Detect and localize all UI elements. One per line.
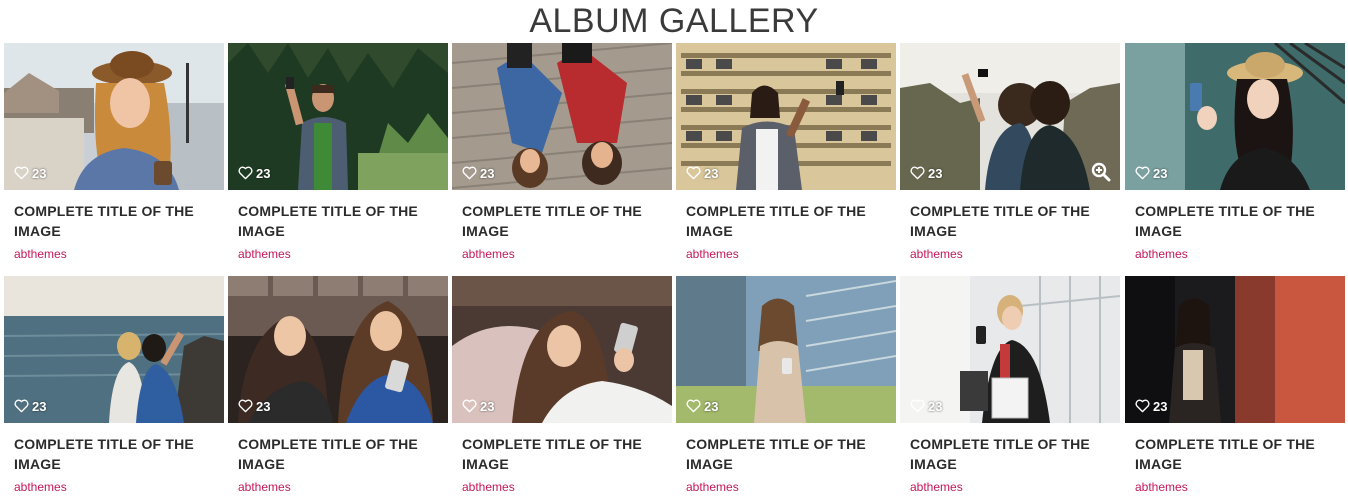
likes-count: 23: [704, 398, 719, 414]
gallery-thumbnail[interactable]: 23: [676, 43, 896, 190]
gallery-thumbnail[interactable]: 23: [900, 43, 1120, 190]
gallery-card: 23 COMPLETE TITLE OF THE IMAGE abthemes: [900, 43, 1120, 265]
heart-icon: [462, 166, 477, 180]
gallery-thumbnail[interactable]: 23: [676, 276, 896, 423]
heart-icon: [686, 399, 701, 413]
gallery-row: 23 COMPLETE TITLE OF THE IMAGE abthemes: [4, 43, 1345, 265]
card-author-link[interactable]: abthemes: [14, 479, 67, 495]
likes-counter[interactable]: 23: [238, 398, 270, 414]
card-author-link[interactable]: abthemes: [238, 479, 291, 495]
card-author-link[interactable]: abthemes: [910, 246, 963, 262]
heart-icon: [1135, 166, 1150, 180]
gallery-card: 23 COMPLETE TITLE OF THE IMAGE abthemes: [4, 43, 224, 265]
likes-counter[interactable]: 23: [462, 165, 494, 181]
likes-counter[interactable]: 23: [14, 165, 46, 181]
likes-count: 23: [1153, 398, 1168, 414]
card-author-link[interactable]: abthemes: [1135, 479, 1188, 495]
likes-count: 23: [256, 165, 271, 181]
heart-icon: [910, 166, 925, 180]
likes-counter[interactable]: 23: [686, 165, 718, 181]
card-author-link[interactable]: abthemes: [14, 246, 67, 262]
gallery-row: 23 COMPLETE TITLE OF THE IMAGE abthemes: [4, 276, 1345, 498]
card-author-link[interactable]: abthemes: [686, 479, 739, 495]
card-title[interactable]: COMPLETE TITLE OF THE IMAGE: [686, 201, 891, 241]
card-title[interactable]: COMPLETE TITLE OF THE IMAGE: [14, 434, 219, 474]
page-title: ALBUM GALLERY: [529, 2, 819, 40]
zoom-in-icon[interactable]: [1091, 162, 1111, 182]
card-title[interactable]: COMPLETE TITLE OF THE IMAGE: [910, 434, 1115, 474]
gallery-card: 23 COMPLETE TITLE OF THE IMAGE abthemes: [900, 276, 1120, 498]
card-title[interactable]: COMPLETE TITLE OF THE IMAGE: [686, 434, 891, 474]
heart-icon: [238, 166, 253, 180]
gallery-card: 23 COMPLETE TITLE OF THE IMAGE abthemes: [676, 276, 896, 498]
likes-count: 23: [704, 165, 719, 181]
likes-count: 23: [256, 398, 271, 414]
likes-counter[interactable]: 23: [686, 398, 718, 414]
gallery-card: 23 COMPLETE TITLE OF THE IMAGE abthemes: [1125, 276, 1345, 498]
gallery-thumbnail[interactable]: 23: [452, 276, 672, 423]
card-title[interactable]: COMPLETE TITLE OF THE IMAGE: [238, 434, 443, 474]
gallery-card: 23 COMPLETE TITLE OF THE IMAGE abthemes: [452, 43, 672, 265]
heart-icon: [910, 399, 925, 413]
gallery-card: 23 COMPLETE TITLE OF THE IMAGE abthemes: [1125, 43, 1345, 265]
likes-count: 23: [32, 165, 47, 181]
heart-icon: [238, 399, 253, 413]
likes-counter[interactable]: 23: [14, 398, 46, 414]
gallery-thumbnail[interactable]: 23: [900, 276, 1120, 423]
gallery-card: 23 COMPLETE TITLE OF THE IMAGE abthemes: [228, 276, 448, 498]
gallery-thumbnail[interactable]: 23: [1125, 276, 1345, 423]
card-title[interactable]: COMPLETE TITLE OF THE IMAGE: [14, 201, 219, 241]
card-title[interactable]: COMPLETE TITLE OF THE IMAGE: [238, 201, 443, 241]
gallery-thumbnail[interactable]: 23: [4, 276, 224, 423]
gallery-thumbnail[interactable]: 23: [1125, 43, 1345, 190]
likes-count: 23: [928, 165, 943, 181]
card-title[interactable]: COMPLETE TITLE OF THE IMAGE: [1135, 201, 1340, 241]
heart-icon: [14, 399, 29, 413]
likes-counter[interactable]: 23: [910, 165, 942, 181]
gallery-card: 23 COMPLETE TITLE OF THE IMAGE abthemes: [676, 43, 896, 265]
heart-icon: [686, 166, 701, 180]
card-title[interactable]: COMPLETE TITLE OF THE IMAGE: [462, 201, 667, 241]
heart-icon: [14, 166, 29, 180]
gallery-thumbnail[interactable]: 23: [452, 43, 672, 190]
likes-counter[interactable]: 23: [1135, 165, 1167, 181]
likes-counter[interactable]: 23: [1135, 398, 1167, 414]
gallery-thumbnail[interactable]: 23: [228, 43, 448, 190]
likes-counter[interactable]: 23: [910, 398, 942, 414]
card-title[interactable]: COMPLETE TITLE OF THE IMAGE: [910, 201, 1115, 241]
likes-counter[interactable]: 23: [238, 165, 270, 181]
gallery-card: 23 COMPLETE TITLE OF THE IMAGE abthemes: [228, 43, 448, 265]
card-title[interactable]: COMPLETE TITLE OF THE IMAGE: [1135, 434, 1340, 474]
likes-count: 23: [928, 398, 943, 414]
likes-count: 23: [480, 165, 495, 181]
gallery-thumbnail[interactable]: 23: [228, 276, 448, 423]
heart-icon: [462, 399, 477, 413]
gallery-card: 23 COMPLETE TITLE OF THE IMAGE abthemes: [452, 276, 672, 498]
card-author-link[interactable]: abthemes: [1135, 246, 1188, 262]
card-author-link[interactable]: abthemes: [910, 479, 963, 495]
heart-icon: [1135, 399, 1150, 413]
gallery-card: 23 COMPLETE TITLE OF THE IMAGE abthemes: [4, 276, 224, 498]
card-author-link[interactable]: abthemes: [238, 246, 291, 262]
gallery-thumbnail[interactable]: 23: [4, 43, 224, 190]
likes-count: 23: [1153, 165, 1168, 181]
card-author-link[interactable]: abthemes: [686, 246, 739, 262]
card-author-link[interactable]: abthemes: [462, 246, 515, 262]
likes-counter[interactable]: 23: [462, 398, 494, 414]
likes-count: 23: [32, 398, 47, 414]
card-title[interactable]: COMPLETE TITLE OF THE IMAGE: [462, 434, 667, 474]
card-author-link[interactable]: abthemes: [462, 479, 515, 495]
likes-count: 23: [480, 398, 495, 414]
